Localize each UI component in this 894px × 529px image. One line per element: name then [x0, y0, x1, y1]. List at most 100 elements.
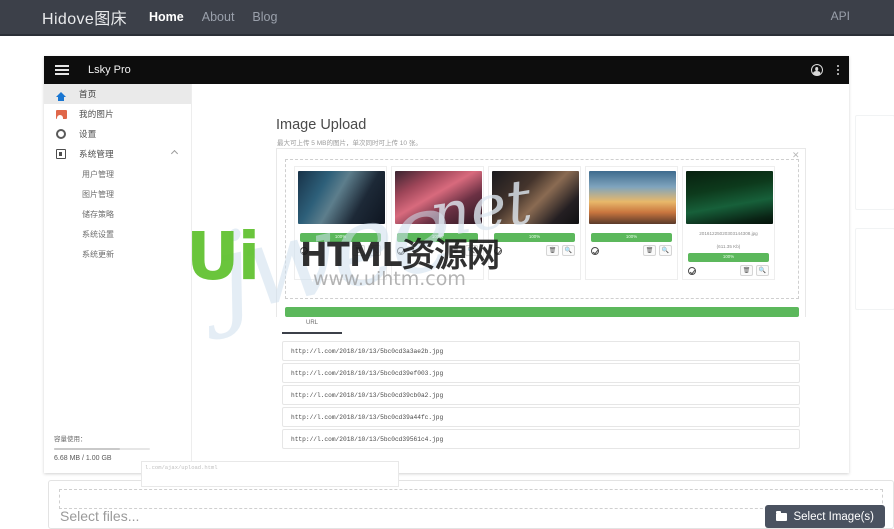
thumbnail-actions: 🗑 🔍	[395, 245, 480, 256]
sidebar: 首页 我的图片 设置 系统管理 用户管理 图片管理 储存策略 系统设置 系统更新	[44, 84, 192, 473]
thumbnail-progress-label: 100%	[431, 234, 444, 239]
capacity-widget: 容量使用： 6.68 MB / 1.00 GB	[54, 433, 158, 462]
thumbnail-actions: 🗑 🔍	[298, 245, 383, 256]
capacity-track	[54, 448, 150, 450]
zoom-icon[interactable]: 🔍	[562, 245, 575, 256]
thumbnail-item[interactable]: 100% 🗑 🔍	[585, 166, 678, 280]
sidebar-item-label: 首页	[79, 89, 97, 99]
success-check-icon	[688, 266, 696, 275]
hamburger-icon[interactable]	[55, 65, 69, 75]
sidebar-subitem-system-update[interactable]: 系统更新	[44, 244, 191, 264]
thumbnail-item[interactable]: 100% 🗑 🔍	[488, 166, 581, 280]
thumbnail-item[interactable]: 20161225020303144308.jpg (611.35 Kb) 100…	[682, 166, 775, 280]
thumbnail-progress-label: 100%	[625, 234, 638, 239]
select-images-button[interactable]: Select Image(s)	[765, 505, 885, 528]
tab-url[interactable]: URL	[282, 317, 342, 334]
thumbnail-progress-label: 100%	[334, 234, 347, 239]
thumbnail-actions: 🗑 🔍	[492, 245, 577, 256]
thumbnail-image	[298, 171, 385, 224]
delete-icon[interactable]: 🗑	[352, 245, 365, 256]
thumbnail-image	[492, 171, 579, 224]
zoom-icon[interactable]: 🔍	[465, 245, 478, 256]
url-row[interactable]: http://l.com/2018/10/13/5bc0cd39ef003.jp…	[282, 363, 800, 383]
select-images-button-label: Select Image(s)	[793, 510, 874, 523]
site-nav: Home About Blog	[149, 10, 277, 24]
sidebar-subitem-label: 储存策略	[82, 209, 114, 219]
zoom-icon[interactable]: 🔍	[659, 245, 672, 256]
site-header: Hidove图床 Home About Blog API	[0, 0, 894, 34]
delete-icon[interactable]: 🗑	[449, 245, 462, 256]
system-icon	[54, 149, 68, 159]
url-row[interactable]: http://l.com/2018/10/13/5bc0cd39cb0a2.jp…	[282, 385, 800, 405]
sidebar-subitem-system-settings[interactable]: 系统设置	[44, 224, 191, 244]
url-text: http://l.com/2018/10/13/5bc0cd39561c4.jp…	[291, 435, 444, 443]
app-topbar-icons	[810, 56, 839, 84]
dropzone[interactable]: 100% 🗑 🔍 100% 🗑 🔍 100% 🗑 🔍 100% 🗑 🔍 2016…	[285, 159, 799, 299]
success-check-icon	[494, 246, 502, 255]
sidebar-subitem-user-management[interactable]: 用户管理	[44, 164, 191, 184]
capacity-fill	[54, 448, 120, 450]
background-card-lower	[855, 228, 894, 310]
thumbnail-image	[589, 171, 676, 224]
success-check-icon	[397, 246, 405, 255]
url-text: http://l.com/2018/10/13/5bc0cd3a3ae2b.jp…	[291, 347, 444, 355]
overall-progress-bar	[285, 307, 799, 317]
nav-link-home[interactable]: Home	[149, 10, 184, 24]
delete-icon[interactable]: 🗑	[740, 265, 753, 276]
app-title: Lsky Pro	[88, 64, 131, 76]
gear-icon	[54, 129, 68, 139]
site-brand: Hidove图床	[42, 11, 128, 28]
more-vertical-icon[interactable]	[836, 65, 839, 75]
nav-link-about[interactable]: About	[202, 10, 235, 24]
thumbnail-item[interactable]: 100% 🗑 🔍	[391, 166, 484, 280]
url-row[interactable]: http://l.com/2018/10/13/5bc0cd39a44fc.jp…	[282, 407, 800, 427]
url-text: http://l.com/2018/10/13/5bc0cd39cb0a2.jp…	[291, 391, 444, 399]
sidebar-item-settings[interactable]: 设置	[44, 124, 191, 144]
thumbnail-buttons: 🗑 🔍	[449, 245, 478, 256]
sidebar-subitem-image-management[interactable]: 图片管理	[44, 184, 191, 204]
folder-icon	[776, 510, 788, 521]
page-subtitle: 最大可上传 5 MB的图片，单次同时可上传 10 张。	[277, 140, 422, 147]
account-circle-icon[interactable]	[810, 64, 823, 76]
thumbnail-progress-label: 100%	[722, 254, 735, 259]
url-row[interactable]: http://l.com/2018/10/13/5bc0cd3a3ae2b.jp…	[282, 341, 800, 361]
thumbnail-buttons: 🗑 🔍	[740, 265, 769, 276]
screenshot-root: Hidove图床 Home About Blog API Lsky Pro 首页	[0, 0, 894, 529]
sidebar-item-my-images[interactable]: 我的图片	[44, 104, 191, 124]
zoom-icon[interactable]: 🔍	[756, 265, 769, 276]
capacity-label: 容量使用：	[54, 436, 87, 443]
url-list: http://l.com/2018/10/13/5bc0cd3a3ae2b.jp…	[282, 341, 800, 451]
sidebar-subitem-label: 系统设置	[82, 229, 114, 239]
file-picker-url-text: l.com/ajax/upload.html	[145, 464, 218, 471]
sidebar-subitem-label: 用户管理	[82, 169, 114, 179]
success-check-icon	[591, 246, 599, 255]
thumbnail-actions: 🗑 🔍	[589, 245, 674, 256]
thumbnail-item[interactable]: 100% 🗑 🔍	[294, 166, 387, 280]
thumbnail-progress: 100%	[397, 233, 478, 242]
sidebar-subitem-label: 图片管理	[82, 189, 114, 199]
url-text: http://l.com/2018/10/13/5bc0cd39ef003.jp…	[291, 369, 444, 377]
thumbnail-progress: 100%	[591, 233, 672, 242]
thumbnail-buttons: 🗑 🔍	[643, 245, 672, 256]
close-icon[interactable]: ✕	[792, 151, 800, 160]
zoom-icon[interactable]: 🔍	[368, 245, 381, 256]
home-icon	[54, 91, 68, 101]
file-picker-dropzone[interactable]	[59, 489, 883, 509]
image-icon	[54, 109, 68, 119]
chevron-up-icon[interactable]	[170, 149, 179, 158]
main-content: Image Upload 最大可上传 5 MB的图片，单次同时可上传 10 张。…	[192, 84, 849, 494]
sidebar-item-system-management[interactable]: 系统管理	[44, 144, 191, 164]
thumbnail-image	[686, 171, 773, 224]
delete-icon[interactable]: 🗑	[546, 245, 559, 256]
nav-link-blog[interactable]: Blog	[252, 10, 277, 24]
thumbnail-image	[395, 171, 482, 224]
sidebar-item-home[interactable]: 首页	[44, 84, 191, 104]
delete-icon[interactable]: 🗑	[643, 245, 656, 256]
sidebar-subitem-storage-policy[interactable]: 储存策略	[44, 204, 191, 224]
thumbnail-progress: 100%	[494, 233, 575, 242]
thumbnail-progress-label: 100%	[528, 234, 541, 239]
nav-link-api[interactable]: API	[831, 9, 850, 23]
page-title: Image Upload	[276, 117, 367, 133]
app-panel: Lsky Pro 首页 我的图片 设置 系统管理 用户管理 图片管理 储存策略 …	[44, 56, 849, 494]
url-row[interactable]: http://l.com/2018/10/13/5bc0cd39561c4.jp…	[282, 429, 800, 449]
